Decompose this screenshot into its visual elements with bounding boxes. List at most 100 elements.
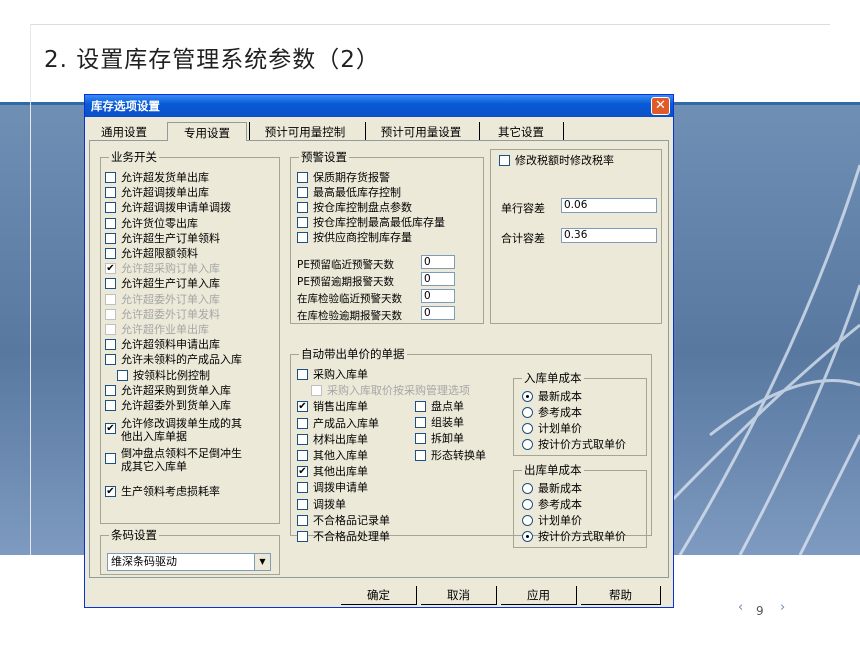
checkbox[interactable] [297, 187, 308, 198]
tab-available-settings[interactable]: 预计可用量设置 [369, 122, 473, 141]
checkbox[interactable] [105, 278, 116, 290]
warning-days-label: 在库检验临近预警天数 [297, 293, 402, 305]
barcode-group: 条码设置 维深条码驱动 ▼ [100, 527, 280, 575]
auto-price-legend: 自动带出单价的单据 [301, 347, 405, 361]
business-legend: 业务开关 [111, 150, 157, 164]
checkbox[interactable] [105, 293, 116, 305]
checkbox[interactable] [297, 417, 308, 429]
checkbox[interactable] [105, 248, 116, 259]
checkbox[interactable] [105, 354, 116, 366]
radio[interactable] [522, 391, 533, 402]
cancel-button[interactable]: 取消 [421, 586, 497, 605]
left-rule [30, 24, 31, 614]
checkbox[interactable] [105, 324, 116, 335]
in-cost-group: 入库单成本 最新成本 参考成本 计划单价 按计价方式取单价 [513, 370, 647, 456]
checkbox[interactable] [105, 339, 116, 351]
radio[interactable] [522, 483, 533, 494]
checkbox[interactable] [297, 217, 308, 228]
radio[interactable] [522, 423, 533, 434]
warning-group: 预警设置 保质期存货报警 最高最低库存控制 按仓库控制盘点参数 按仓库控制最高最低库存… [290, 149, 484, 324]
tab-divider [479, 122, 480, 141]
checkbox[interactable] [297, 514, 308, 526]
page-number: 9 [756, 604, 764, 618]
checkbox[interactable] [297, 369, 308, 380]
warning-legend: 预警设置 [301, 150, 347, 164]
checkbox[interactable] [297, 202, 308, 213]
radio[interactable] [522, 531, 533, 542]
checkbox[interactable] [105, 172, 116, 183]
checkbox[interactable] [297, 498, 308, 510]
checkbox[interactable] [415, 417, 426, 429]
checkbox[interactable]: ✔ [105, 263, 116, 275]
checkbox[interactable] [415, 449, 426, 461]
total-diff-input[interactable]: 0.36 [561, 228, 657, 243]
checkbox[interactable]: ✔ [297, 466, 308, 478]
checkbox[interactable]: ✔ [297, 401, 308, 413]
checkbox[interactable]: ✔ [105, 486, 116, 497]
checkbox[interactable] [415, 401, 426, 412]
barcode-select[interactable]: 维深条码驱动 ▼ [107, 553, 271, 571]
prev-page-icon[interactable]: ‹ [738, 600, 743, 615]
auto-price-group: 自动带出单价的单据 采购入库单 采购入库取价按采购管理选项 ✔ 销售出库单 产成品入库单… [290, 346, 652, 548]
radio[interactable] [522, 515, 533, 526]
button-bar: 确定 取消 应用 帮助 [85, 583, 673, 607]
checkbox[interactable] [297, 450, 308, 461]
checkbox[interactable] [297, 531, 308, 542]
checkbox[interactable] [105, 202, 116, 214]
checkbox[interactable] [499, 155, 510, 166]
apply-button[interactable]: 应用 [501, 586, 577, 605]
total-diff-label: 合计容差 [501, 232, 545, 245]
warning-days-input[interactable]: 0 [421, 306, 455, 320]
radio[interactable] [522, 499, 533, 510]
close-button[interactable]: ✕ [651, 97, 670, 115]
warning-days-label: PE预留逾期报警天数 [297, 276, 394, 288]
warning-days-input[interactable]: 0 [421, 255, 455, 269]
tab-divider [249, 122, 250, 141]
unit-diff-label: 单行容差 [501, 202, 545, 215]
checkbox[interactable] [117, 369, 128, 381]
checkbox[interactable] [105, 400, 116, 411]
options-dialog: 库存选项设置 ✕ 通用设置 专用设置 预计可用量控制 预计可用量设置 其它设置 … [84, 94, 674, 608]
warning-days-label: 在库检验逾期报警天数 [297, 310, 402, 322]
checkbox[interactable] [105, 384, 116, 396]
checkbox[interactable] [105, 308, 116, 320]
slide: 2. 设置库存管理系统参数（2） ‹ 9 › 库存选项设置 ✕ 通用设置 专用设… [0, 0, 860, 645]
unit-diff-input[interactable]: 0.06 [561, 198, 657, 213]
checkbox[interactable] [415, 433, 426, 445]
checkbox[interactable] [105, 453, 116, 464]
checkbox[interactable] [105, 187, 116, 199]
checkbox[interactable] [297, 172, 308, 183]
checkbox[interactable]: ✔ [105, 423, 116, 434]
radio[interactable] [522, 407, 533, 418]
checkbox[interactable] [297, 232, 308, 243]
tab-special[interactable]: 专用设置 [167, 122, 247, 141]
chevron-down-icon[interactable]: ▼ [254, 554, 270, 570]
dialog-title: 库存选项设置 [91, 99, 160, 113]
business-switch-group: 业务开关 允许超发货单出库 允许超调拨单出库 允许超调拨申请单调拨 允许货位零出库 允许… [100, 149, 280, 524]
top-rule [30, 24, 830, 25]
checkbox[interactable] [105, 217, 116, 229]
tab-divider [365, 122, 366, 141]
ok-button[interactable]: 确定 [341, 586, 417, 605]
in-cost-legend: 入库单成本 [524, 371, 582, 385]
warning-days-input[interactable]: 0 [421, 272, 455, 286]
checkbox[interactable] [297, 482, 308, 494]
tab-pane: 业务开关 允许超发货单出库 允许超调拨单出库 允许超调拨申请单调拨 允许货位零出库 允许… [89, 140, 669, 578]
tab-general[interactable]: 通用设置 [93, 122, 155, 141]
radio[interactable] [522, 439, 533, 450]
slide-title: 2. 设置库存管理系统参数（2） [44, 47, 380, 73]
checkbox[interactable] [105, 232, 116, 244]
out-cost-group: 出库单成本 最新成本 参考成本 计划单价 按计价方式取单价 [513, 462, 647, 548]
warning-days-label: PE预留临近预警天数 [297, 259, 394, 271]
help-button[interactable]: 帮助 [581, 586, 661, 605]
barcode-value: 维深条码驱动 [111, 555, 177, 568]
tax-group: 修改税额时修改税率 单行容差 0.06 合计容差 0.36 [490, 149, 662, 324]
tab-other[interactable]: 其它设置 [483, 122, 559, 141]
tab-available-control[interactable]: 预计可用量控制 [253, 122, 357, 141]
warning-days-input[interactable]: 0 [421, 289, 455, 303]
tab-divider [563, 122, 564, 141]
checkbox[interactable] [297, 433, 308, 445]
next-page-icon[interactable]: › [780, 600, 785, 615]
checkbox[interactable] [311, 385, 322, 397]
title-bar[interactable]: 库存选项设置 ✕ [85, 95, 673, 117]
